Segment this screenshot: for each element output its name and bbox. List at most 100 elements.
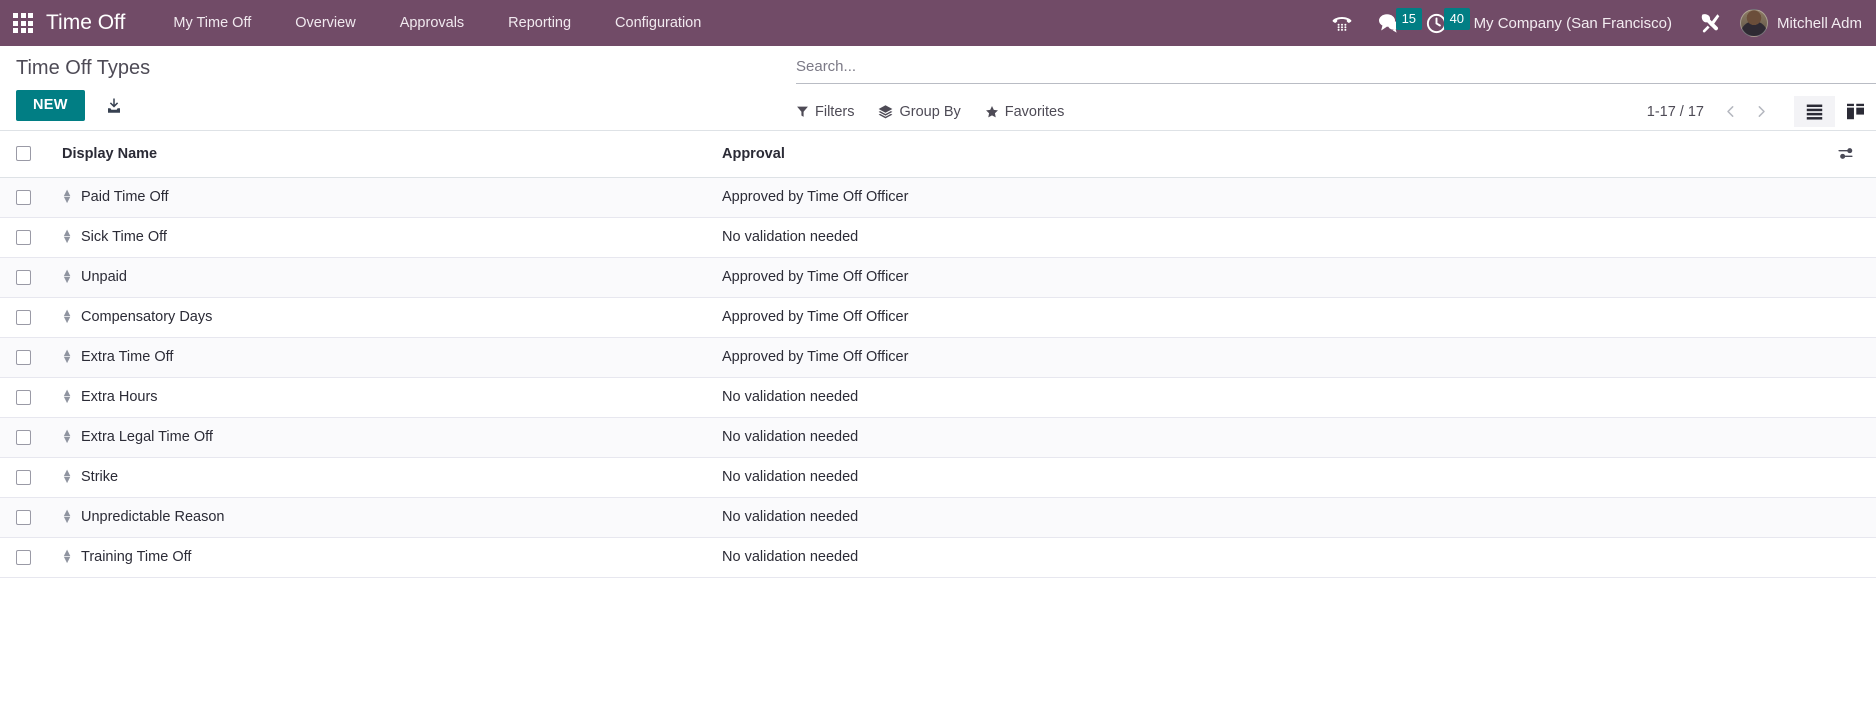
row-drag-handle-icon[interactable]: ▲ ▼ <box>62 508 73 526</box>
menu-item-overview[interactable]: Overview <box>273 0 377 46</box>
cell-approval[interactable]: No validation needed <box>722 457 1722 498</box>
activities-button[interactable]: 40 <box>1413 0 1471 46</box>
pager-next-button[interactable] <box>1747 101 1776 122</box>
kanban-view-button[interactable] <box>1835 96 1876 127</box>
cell-optional <box>1722 297 1876 338</box>
table-row[interactable]: ▲ ▼ Strike No validation needed <box>0 457 1876 498</box>
cell-display-name[interactable]: ▲ ▼ Strike <box>62 457 722 498</box>
pager-range[interactable]: 1-17 / 17 <box>1647 104 1714 120</box>
row-select-cell <box>0 257 62 298</box>
cell-display-name[interactable]: ▲ ▼ Unpaid <box>62 257 722 298</box>
cell-display-name[interactable]: ▲ ▼ Sick Time Off <box>62 217 722 258</box>
column-header-approval[interactable]: Approval <box>722 131 1722 178</box>
row-drag-handle-icon[interactable]: ▲ ▼ <box>62 468 73 486</box>
row-select-cell <box>0 457 62 498</box>
user-name: Mitchell Adm <box>1776 14 1862 32</box>
cell-display-name[interactable]: ▲ ▼ Training Time Off <box>62 537 722 578</box>
select-all-header <box>0 131 62 178</box>
cell-approval[interactable]: Approved by Time Off Officer <box>722 337 1722 378</box>
row-drag-handle-icon[interactable]: ▲ ▼ <box>62 388 73 406</box>
row-drag-handle-icon[interactable]: ▲ ▼ <box>62 308 73 326</box>
approval-text: Approved by Time Off Officer <box>722 309 909 325</box>
display-name-text: Extra Time Off <box>81 349 174 365</box>
cell-optional <box>1722 257 1876 298</box>
table-row[interactable]: ▲ ▼ Extra Legal Time Off No validation need… <box>0 417 1876 458</box>
row-checkbox[interactable] <box>16 269 31 285</box>
approval-text: No validation needed <box>722 389 859 405</box>
menu-item-my-time-off[interactable]: My Time Off <box>151 0 273 46</box>
user-menu[interactable]: Mitchell Adm <box>1734 0 1862 46</box>
view-switcher <box>1794 96 1876 127</box>
row-select-cell <box>0 337 62 378</box>
top-navbar: Time Off My Time Off Overview Approvals … <box>0 0 1876 46</box>
table-row[interactable]: ▲ ▼ Sick Time Off No validation needed <box>0 217 1876 258</box>
cell-approval[interactable]: No validation needed <box>722 537 1722 578</box>
table-row[interactable]: ▲ ▼ Training Time Off No validation needed <box>0 537 1876 578</box>
row-checkbox[interactable] <box>16 549 31 565</box>
import-records-button[interactable] <box>103 95 125 117</box>
favorites-button[interactable]: Favorites <box>985 102 1077 122</box>
row-checkbox[interactable] <box>16 349 31 365</box>
row-drag-handle-icon[interactable]: ▲ ▼ <box>62 188 73 206</box>
menu-item-reporting[interactable]: Reporting <box>486 0 593 46</box>
row-checkbox[interactable] <box>16 429 31 445</box>
search-field-wrapper[interactable] <box>796 55 1876 84</box>
row-drag-handle-icon[interactable]: ▲ ▼ <box>62 228 73 246</box>
search-tools: Filters Group By Favorites 1-17 / 17 <box>796 96 1876 127</box>
cell-approval[interactable]: No validation needed <box>722 417 1722 458</box>
optional-columns-button[interactable] <box>1835 143 1856 164</box>
group-by-label: Group By <box>899 103 961 120</box>
approval-text: No validation needed <box>722 429 859 445</box>
new-button[interactable]: NEW <box>16 90 85 121</box>
table-row[interactable]: ▲ ▼ Unpredictable Reason No validation need… <box>0 497 1876 538</box>
row-checkbox[interactable] <box>16 309 31 325</box>
filters-button[interactable]: Filters <box>796 102 866 122</box>
cell-display-name[interactable]: ▲ ▼ Compensatory Days <box>62 297 722 338</box>
row-drag-handle-icon[interactable]: ▲ ▼ <box>62 268 73 286</box>
apps-grid-icon <box>13 13 33 33</box>
row-drag-handle-icon[interactable]: ▲ ▼ <box>62 428 73 446</box>
display-name-text: Unpaid <box>81 269 127 285</box>
cell-display-name[interactable]: ▲ ▼ Extra Hours <box>62 377 722 418</box>
table-row[interactable]: ▲ ▼ Extra Time Off Approved by Time Off Off… <box>0 337 1876 378</box>
list-view-button[interactable] <box>1794 96 1835 127</box>
pager-previous-button[interactable] <box>1716 101 1745 122</box>
cell-approval[interactable]: No validation needed <box>722 377 1722 418</box>
table-row[interactable]: ▲ ▼ Compensatory Days Approved by Time Off … <box>0 297 1876 338</box>
row-checkbox[interactable] <box>16 389 31 405</box>
search-input[interactable] <box>796 58 1876 75</box>
table-row[interactable]: ▲ ▼ Paid Time Off Approved by Time Off Offi… <box>0 177 1876 218</box>
cell-display-name[interactable]: ▲ ▼ Extra Legal Time Off <box>62 417 722 458</box>
app-brand-name[interactable]: Time Off <box>46 11 131 35</box>
apps-menu-button[interactable] <box>0 0 46 46</box>
group-by-button[interactable]: Group By <box>878 102 972 122</box>
cell-approval[interactable]: No validation needed <box>722 497 1722 538</box>
activities-count-badge: 40 <box>1443 8 1471 30</box>
row-checkbox[interactable] <box>16 509 31 525</box>
import-download-icon <box>105 97 123 115</box>
row-checkbox[interactable] <box>16 469 31 485</box>
cell-display-name[interactable]: ▲ ▼ Extra Time Off <box>62 337 722 378</box>
column-header-display-name[interactable]: Display Name <box>62 131 722 178</box>
row-checkbox[interactable] <box>16 189 31 205</box>
table-row[interactable]: ▲ ▼ Extra Hours No validation needed <box>0 377 1876 418</box>
cell-display-name[interactable]: ▲ ▼ Paid Time Off <box>62 177 722 218</box>
voip-button[interactable] <box>1319 0 1365 46</box>
company-switcher[interactable]: My Company (San Francisco) <box>1460 15 1686 32</box>
row-drag-handle-icon[interactable]: ▲ ▼ <box>62 548 73 566</box>
row-select-cell <box>0 417 62 458</box>
messages-button[interactable]: 15 <box>1365 0 1423 46</box>
funnel-icon <box>796 105 809 118</box>
row-checkbox[interactable] <box>16 229 31 245</box>
cell-display-name[interactable]: ▲ ▼ Unpredictable Reason <box>62 497 722 538</box>
cell-approval[interactable]: Approved by Time Off Officer <box>722 177 1722 218</box>
cell-approval[interactable]: Approved by Time Off Officer <box>722 257 1722 298</box>
developer-tools-button[interactable] <box>1686 0 1734 46</box>
table-row[interactable]: ▲ ▼ Unpaid Approved by Time Off Officer <box>0 257 1876 298</box>
cell-approval[interactable]: No validation needed <box>722 217 1722 258</box>
select-all-checkbox[interactable] <box>16 146 31 162</box>
cell-approval[interactable]: Approved by Time Off Officer <box>722 297 1722 338</box>
row-drag-handle-icon[interactable]: ▲ ▼ <box>62 348 73 366</box>
menu-item-configuration[interactable]: Configuration <box>593 0 723 46</box>
menu-item-approvals[interactable]: Approvals <box>378 0 486 46</box>
